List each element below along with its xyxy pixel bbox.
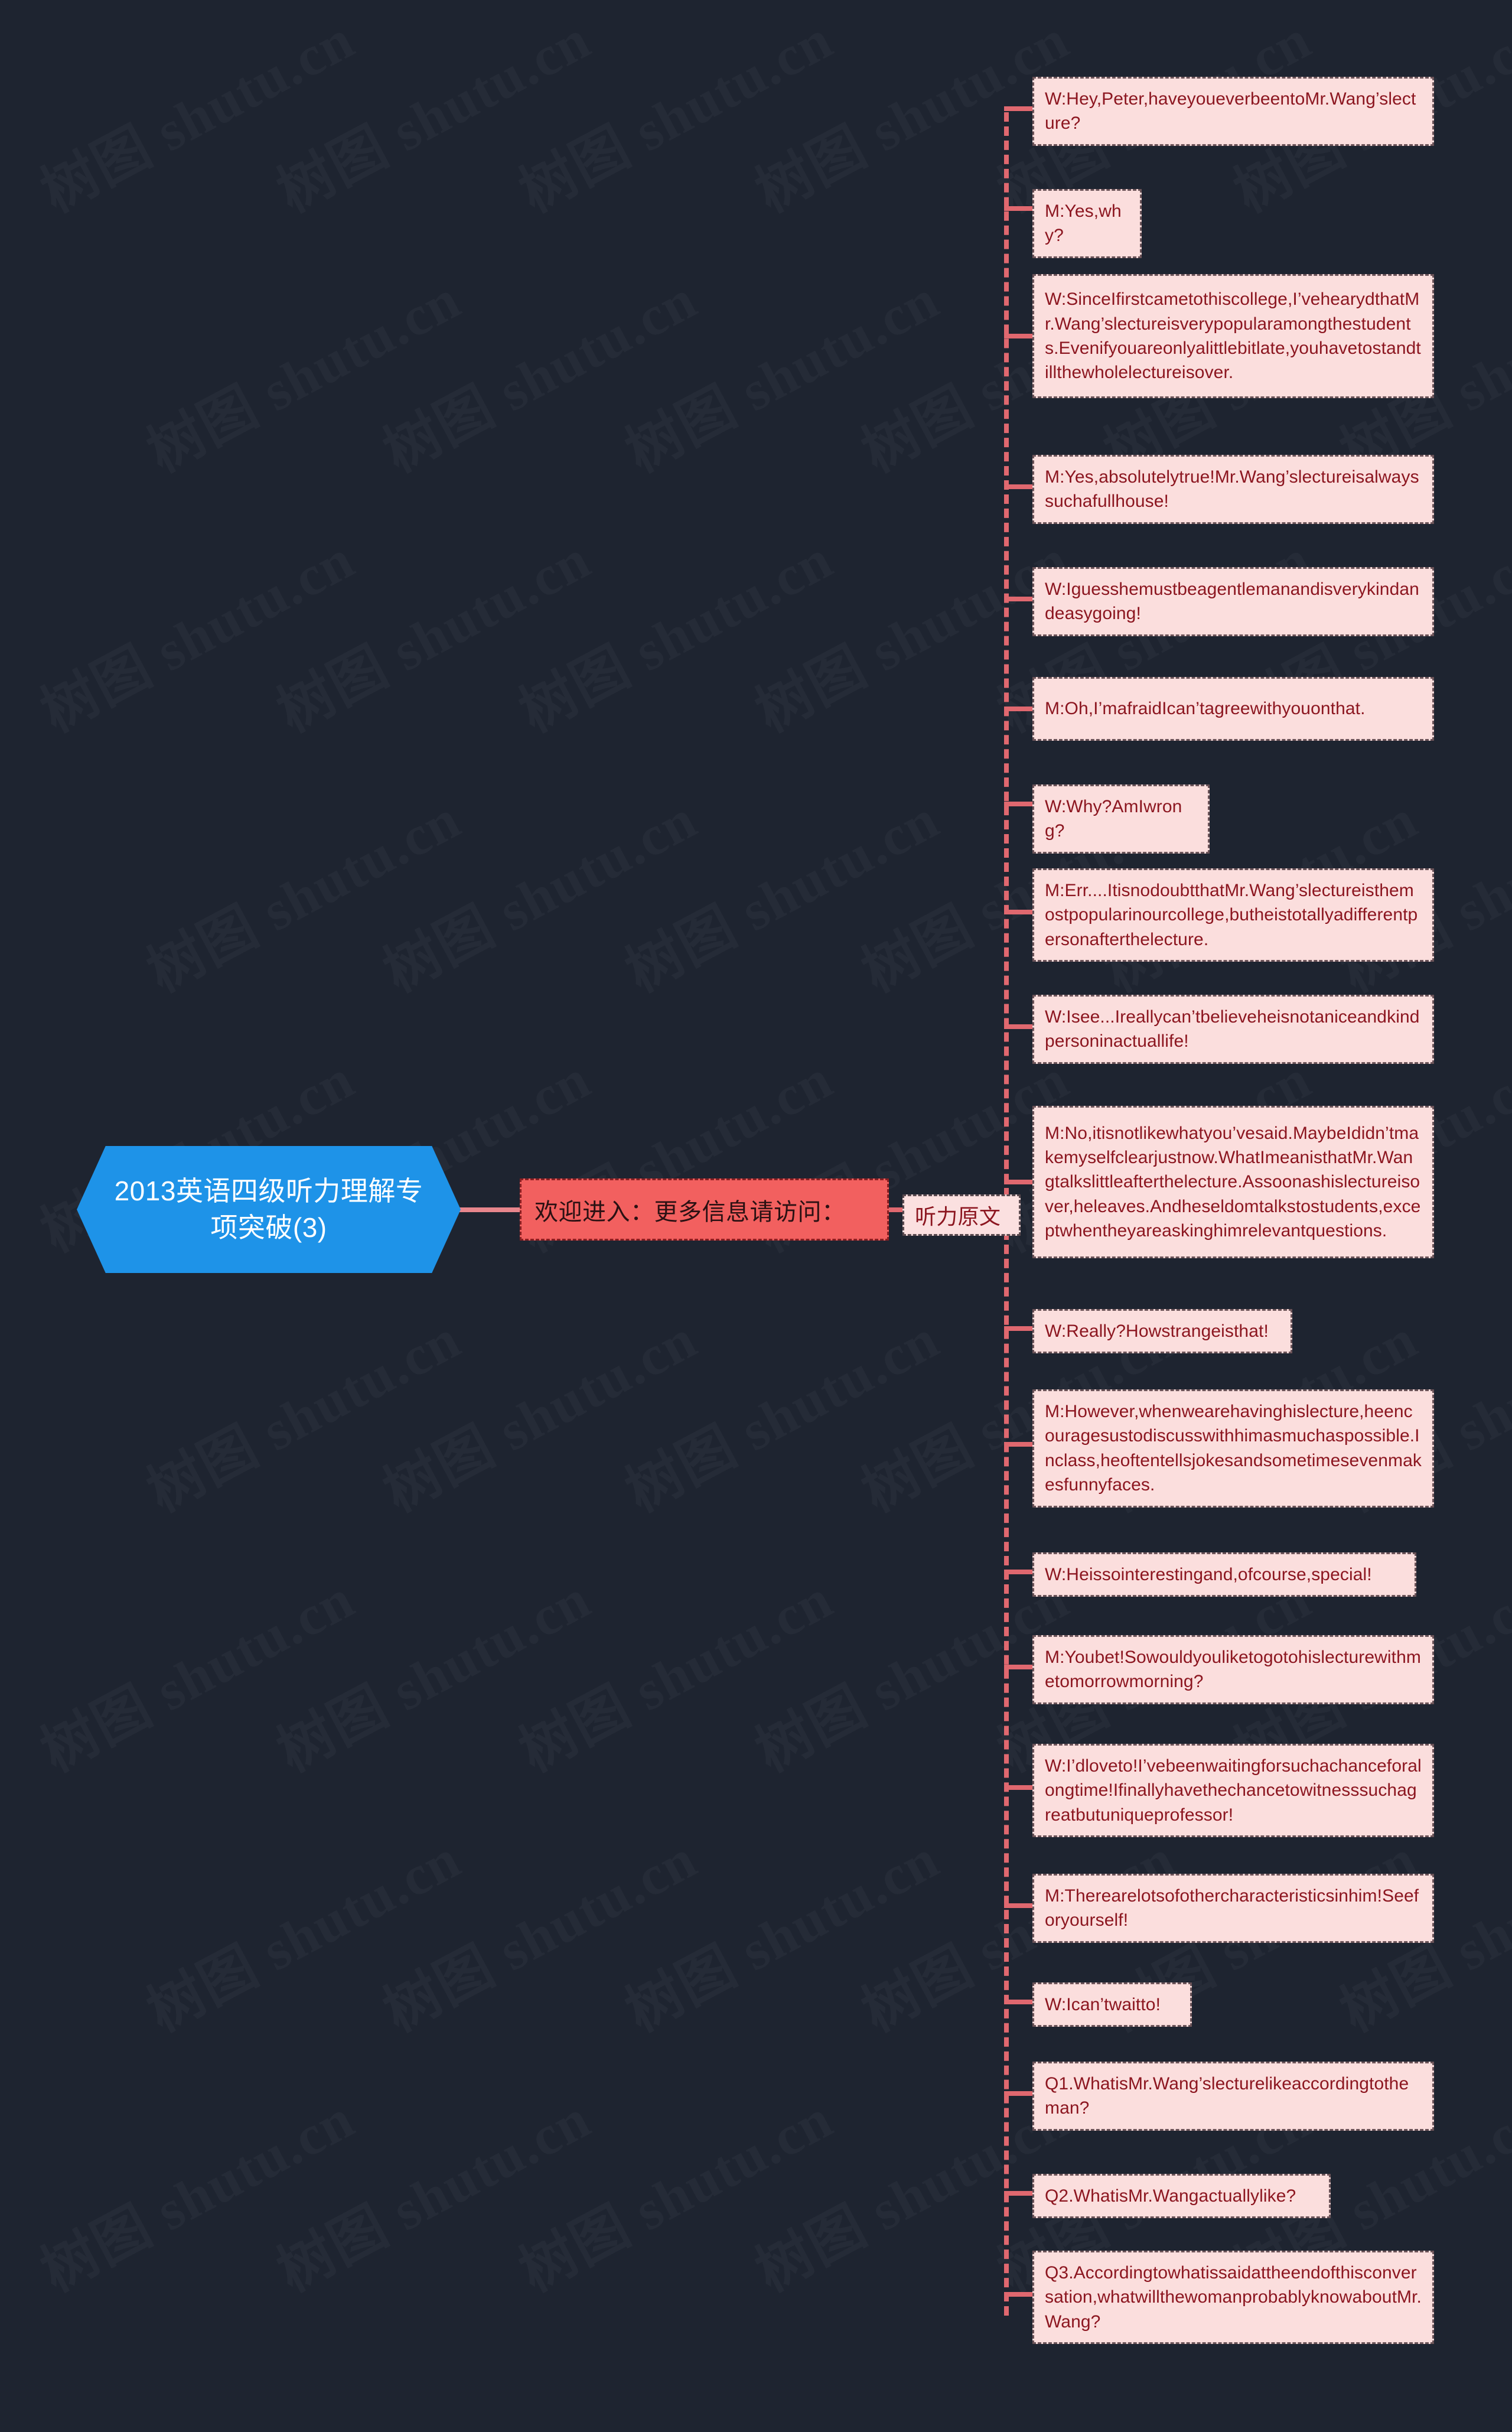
leaf-node[interactable]: W:I’dloveto!I’vebeenwaitingforsuchachanc… [1032, 1744, 1434, 1838]
leaf-node[interactable]: M:However,whenwearehavinghislecture,heen… [1032, 1389, 1434, 1508]
leaf-node-label: W:Why?AmIwrong? [1045, 797, 1182, 841]
branch-node-welcome-label: 欢迎进入：更多信息请访问： [535, 1199, 846, 1225]
leaf-node-label: Q3.Accordingtowhatissaidattheendofthisco… [1045, 2263, 1422, 2332]
leaf-node-label: W:Really?Howstrangeisthat! [1045, 1321, 1269, 1341]
leaf-node-label: M:Err....ItisnodoubtthatMr.Wang’slecture… [1045, 881, 1418, 949]
leaf-node[interactable]: W:Isee...Ireallycan’tbelieveheisnotanice… [1032, 995, 1434, 1064]
leaf-node[interactable]: Q3.Accordingtowhatissaidattheendofthisco… [1032, 2251, 1434, 2345]
leaf-node[interactable]: M:Err....ItisnodoubtthatMr.Wang’slecture… [1032, 868, 1434, 962]
leaf-node[interactable]: Q1.WhatisMr.Wang’slecturelikeaccordingto… [1032, 2062, 1434, 2131]
leaf-node-label: W:Heissointerestingand,ofcourse,special! [1045, 1565, 1372, 1584]
leaf-node[interactable]: M:Yes,absolutelytrue!Mr.Wang’slectureisa… [1032, 455, 1434, 524]
root-node-label: 2013英语四级听力理解专项突破(3) [114, 1175, 423, 1243]
leaf-node-label: M:Oh,I’mafraidIcan’tagreewithyouonthat. [1045, 699, 1366, 719]
leaf-node[interactable]: W:SinceIfirstcametothiscollege,I’veheary… [1032, 274, 1434, 398]
leaf-node-label: M:Youbet!Sowouldyouliketogotohislecturew… [1045, 1648, 1421, 1692]
branch-node-transcript-label: 听力原文 [915, 1204, 1001, 1229]
root-node[interactable]: 2013英语四级听力理解专项突破(3) [77, 1146, 461, 1273]
leaf-node-label: W:Ican’twaitto! [1045, 1995, 1161, 2014]
leaf-node-label: W:Isee...Ireallycan’tbelieveheisnotanice… [1045, 1007, 1420, 1051]
node-layer: 2013英语四级听力理解专项突破(3) 欢迎进入：更多信息请访问： 听力原文 W… [0, 0, 1512, 2432]
leaf-node[interactable]: W:Ican’twaitto! [1032, 1982, 1192, 2027]
leaf-node-label: M:However,whenwearehavinghislecture,heen… [1045, 1402, 1422, 1495]
leaf-node-label: M:Therearelotsofothercharacteristicsinhi… [1045, 1886, 1419, 1930]
leaf-node-label: M:No,itisnotlikewhatyou’vesaid.MaybeIdid… [1045, 1123, 1421, 1241]
branch-node-transcript[interactable]: 听力原文 [902, 1194, 1021, 1236]
leaf-node[interactable]: W:Heissointerestingand,ofcourse,special! [1032, 1552, 1416, 1597]
leaf-node-label: W:Hey,Peter,haveyoueverbeentoMr.Wang’sle… [1045, 89, 1416, 134]
leaf-node-label: W:I’dloveto!I’vebeenwaitingforsuchachanc… [1045, 1756, 1422, 1825]
leaf-node[interactable]: W:Iguesshemustbeagentlemanandisverykinda… [1032, 567, 1434, 636]
leaf-node-label: Q2.WhatisMr.Wangactuallylike? [1045, 2186, 1296, 2206]
leaf-node-label: M:Yes,absolutelytrue!Mr.Wang’slectureisa… [1045, 467, 1419, 512]
leaf-node[interactable]: W:Hey,Peter,haveyoueverbeentoMr.Wang’sle… [1032, 77, 1434, 146]
leaf-node-label: M:Yes,why? [1045, 201, 1122, 246]
leaf-node[interactable]: M:Therearelotsofothercharacteristicsinhi… [1032, 1874, 1434, 1943]
leaf-node-label: W:Iguesshemustbeagentlemanandisverykinda… [1045, 579, 1419, 624]
leaf-node[interactable]: M:Oh,I’mafraidIcan’tagreewithyouonthat. [1032, 677, 1434, 741]
mindmap-canvas: 树图 shutu.cn树图 shutu.cn树图 shutu.cn树图 shut… [0, 0, 1512, 2432]
leaf-node[interactable]: W:Why?AmIwrong? [1032, 784, 1210, 854]
leaf-node[interactable]: W:Really?Howstrangeisthat! [1032, 1309, 1292, 1354]
branch-node-welcome[interactable]: 欢迎进入：更多信息请访问： [520, 1178, 889, 1241]
leaf-node-label: W:SinceIfirstcametothiscollege,I’veheary… [1045, 289, 1421, 383]
leaf-node[interactable]: M:Yes,why? [1032, 189, 1142, 258]
leaf-node[interactable]: M:Youbet!Sowouldyouliketogotohislecturew… [1032, 1635, 1434, 1704]
leaf-node[interactable]: M:No,itisnotlikewhatyou’vesaid.MaybeIdid… [1032, 1106, 1434, 1258]
leaf-node[interactable]: Q2.WhatisMr.Wangactuallylike? [1032, 2174, 1331, 2219]
leaf-node-label: Q1.WhatisMr.Wang’slecturelikeaccordingto… [1045, 2074, 1409, 2118]
